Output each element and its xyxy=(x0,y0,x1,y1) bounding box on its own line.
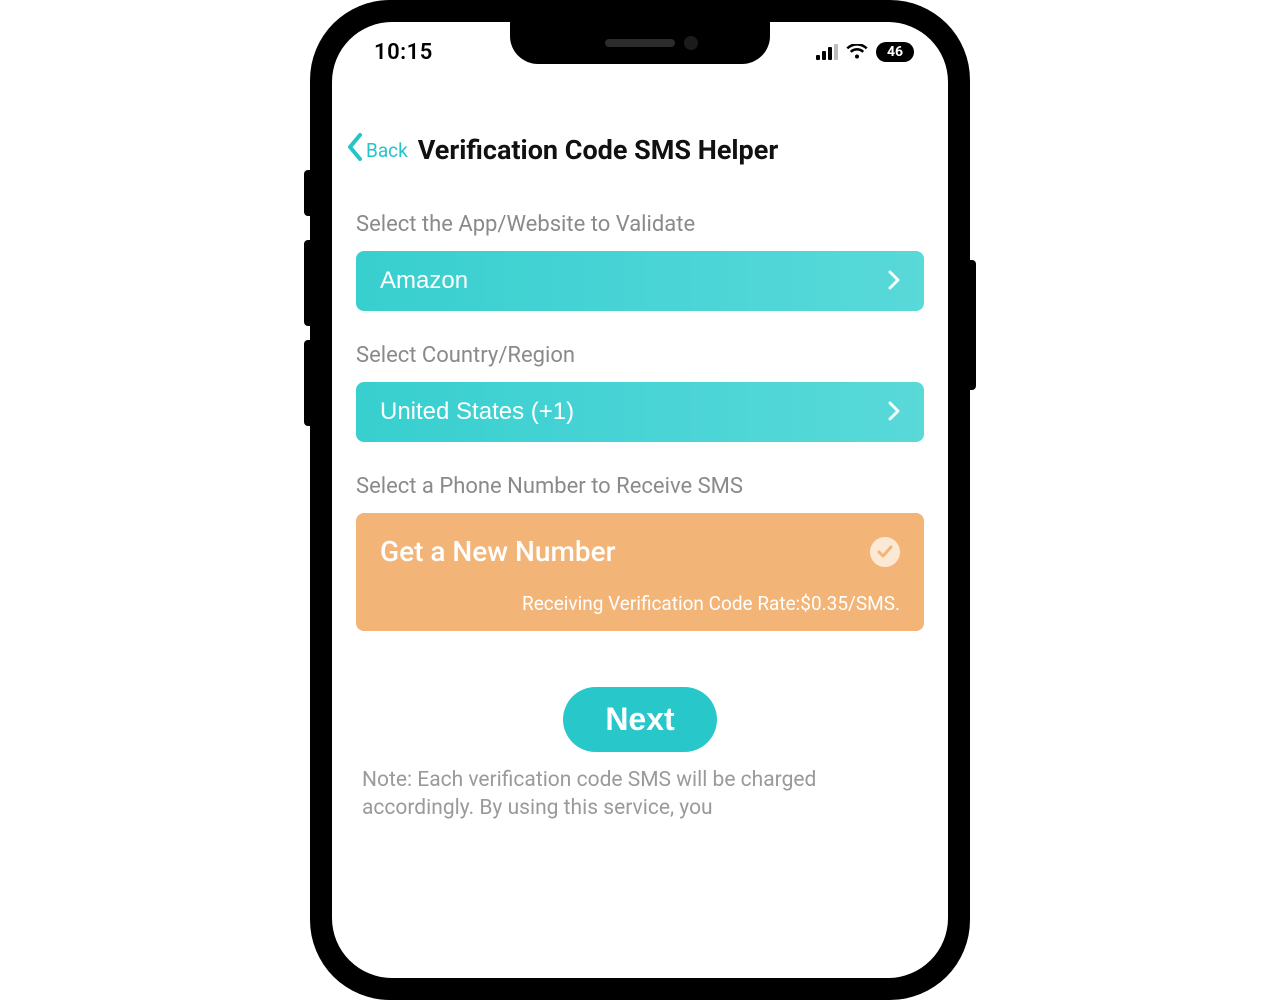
new-number-title: Get a New Number xyxy=(380,535,615,568)
chevron-right-icon xyxy=(888,397,900,428)
back-button[interactable]: Back xyxy=(346,132,408,168)
app-selector-value: Amazon xyxy=(380,267,468,295)
battery-indicator: 46 xyxy=(876,42,914,62)
content-area: Select the App/Website to Validate Amazo… xyxy=(356,212,924,823)
country-selector-value: United States (+1) xyxy=(380,398,574,426)
chevron-right-icon xyxy=(888,266,900,297)
phone-frame: 10:15 46 Back Ve xyxy=(310,0,970,1000)
wifi-icon xyxy=(846,44,868,60)
page-title: Verification Code SMS Helper xyxy=(418,134,778,166)
check-circle-icon xyxy=(870,537,900,567)
status-indicators: 46 xyxy=(816,42,914,62)
power-button[interactable] xyxy=(970,260,976,390)
chevron-left-icon xyxy=(346,132,364,168)
phone-notch xyxy=(510,22,770,64)
mute-switch[interactable] xyxy=(304,170,310,216)
new-number-rate: Receiving Verification Code Rate:$0.35/S… xyxy=(380,592,900,615)
volume-down-button[interactable] xyxy=(304,340,310,426)
status-time: 10:15 xyxy=(374,40,433,65)
front-camera xyxy=(684,36,698,50)
country-selector[interactable]: United States (+1) xyxy=(356,382,924,442)
next-button[interactable]: Next xyxy=(563,687,716,752)
phone-selector-label: Select a Phone Number to Receive SMS xyxy=(356,474,924,499)
navbar: Back Verification Code SMS Helper xyxy=(332,132,948,168)
speaker-grill xyxy=(605,39,675,47)
cellular-signal-icon xyxy=(816,44,838,60)
country-selector-label: Select Country/Region xyxy=(356,343,924,368)
volume-up-button[interactable] xyxy=(304,240,310,326)
footer-note: Note: Each verification code SMS will be… xyxy=(356,766,924,823)
app-selector-label: Select the App/Website to Validate xyxy=(356,212,924,237)
app-selector[interactable]: Amazon xyxy=(356,251,924,311)
back-label: Back xyxy=(366,139,408,162)
phone-screen: 10:15 46 Back Ve xyxy=(332,22,948,978)
new-number-option[interactable]: Get a New Number Receiving Verification … xyxy=(356,513,924,631)
